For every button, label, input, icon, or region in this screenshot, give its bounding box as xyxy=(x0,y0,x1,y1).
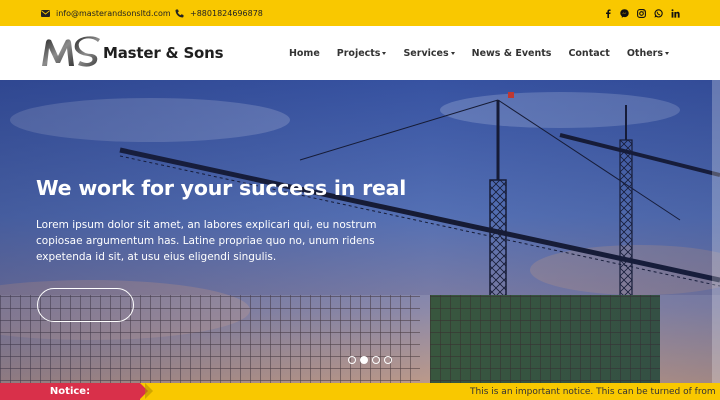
hero-cta-button[interactable] xyxy=(37,288,134,322)
social-links xyxy=(603,0,680,26)
nav-services[interactable]: Services xyxy=(403,47,455,59)
logo[interactable]: Master & Sons xyxy=(40,36,224,70)
phone-contact[interactable]: +8801824696878 xyxy=(174,0,263,26)
nav-others[interactable]: Others xyxy=(627,48,669,59)
nav-news-events[interactable]: News & Events xyxy=(472,48,552,59)
nav-services-label: Services xyxy=(403,47,449,59)
site-header: Master & Sons Home Projects Services New… xyxy=(0,26,720,80)
phone-icon xyxy=(174,8,185,19)
logo-text: Master & Sons xyxy=(103,44,224,62)
caret-down-icon xyxy=(450,51,455,55)
nav-contact[interactable]: Contact xyxy=(568,48,609,59)
nav-home-label: Home xyxy=(288,47,320,59)
notice-label: Notice: xyxy=(0,383,148,400)
nav-home[interactable]: Home xyxy=(289,48,320,59)
slider-dot-1[interactable] xyxy=(348,356,356,364)
hero-description: Lorem ipsum dolor sit amet, an labores e… xyxy=(36,219,377,263)
phone-text[interactable]: +8801824696878 xyxy=(190,9,263,18)
hero-slider: We work for your success in real Lorem i… xyxy=(0,80,720,383)
slider-dot-4[interactable] xyxy=(384,356,392,364)
envelope-icon xyxy=(40,8,51,19)
notice-arrow-icon xyxy=(145,383,153,399)
top-bar: info@masterandsonsltd.com +8801824696878 xyxy=(0,0,720,26)
nav-news-events-label: News & Events xyxy=(471,47,552,59)
logo-mark-icon xyxy=(42,36,100,67)
slider-dots xyxy=(348,356,392,364)
messenger-icon[interactable] xyxy=(620,8,629,18)
caret-down-icon xyxy=(382,51,387,55)
whatsapp-icon[interactable] xyxy=(654,8,663,18)
notice-bar: Notice: This is an important notice. Thi… xyxy=(0,383,720,400)
nav-others-label: Others xyxy=(626,47,663,59)
instagram-icon[interactable] xyxy=(637,8,646,18)
slider-dot-3[interactable] xyxy=(372,356,380,364)
email-text[interactable]: info@masterandsonsltd.com xyxy=(56,9,171,18)
linkedin-icon[interactable] xyxy=(671,8,680,18)
hero-title: We work for your success in real xyxy=(36,176,407,200)
slider-dot-2[interactable] xyxy=(360,356,368,364)
facebook-icon[interactable] xyxy=(603,9,612,18)
caret-down-icon xyxy=(665,51,669,55)
nav-projects-label: Projects xyxy=(336,47,381,59)
main-nav: Home Projects Services News & Events Con… xyxy=(289,26,669,80)
nav-contact-label: Contact xyxy=(568,47,610,59)
email-contact[interactable]: info@masterandsonsltd.com xyxy=(40,0,171,26)
notice-text[interactable]: This is an important notice. This can be… xyxy=(470,387,716,397)
nav-projects[interactable]: Projects xyxy=(337,48,387,59)
